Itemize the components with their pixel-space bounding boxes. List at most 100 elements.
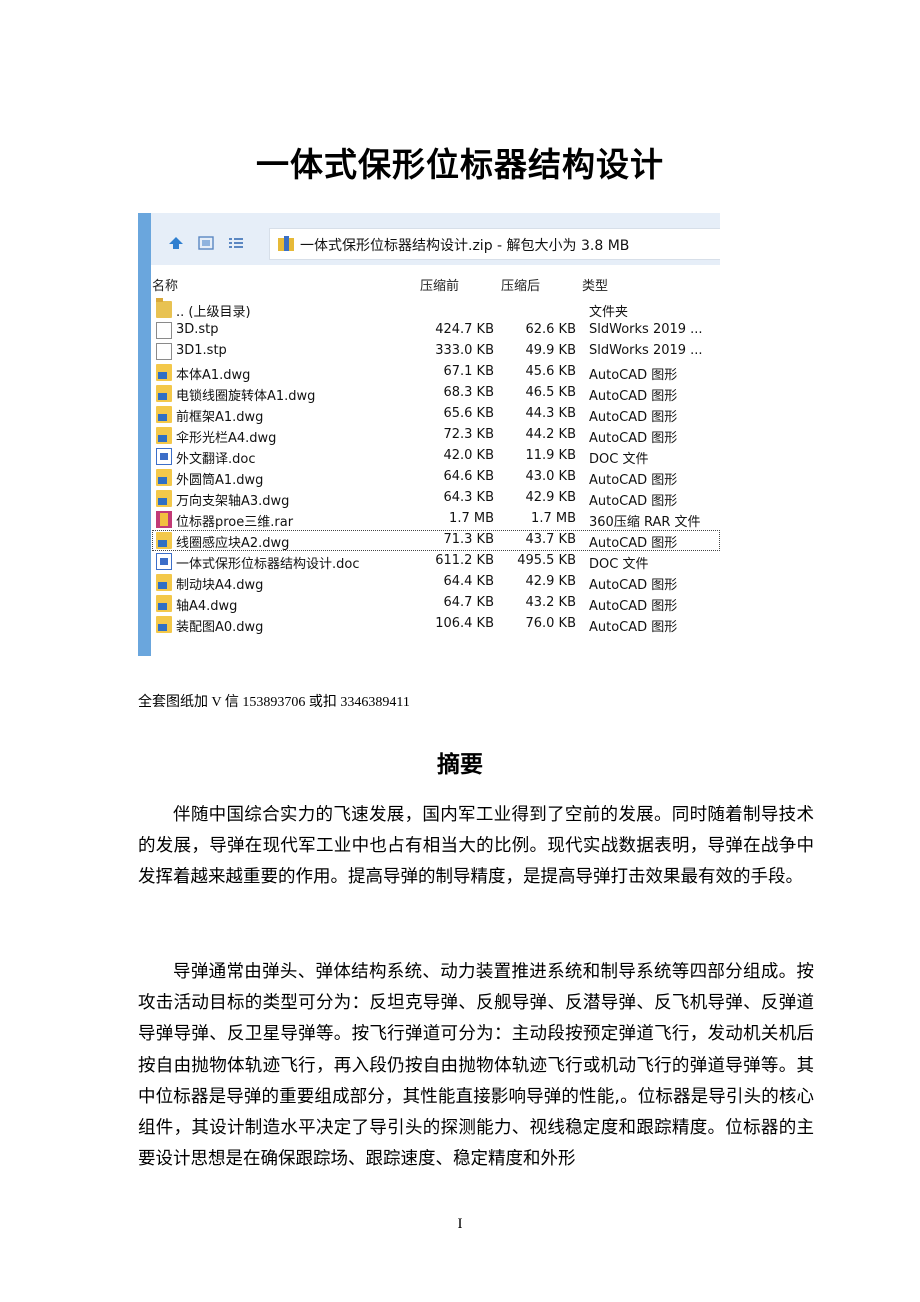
file-size-before: 67.1 KB [443,364,494,379]
file-name: 线圈感应块A2.dwg [176,536,290,551]
file-name: 本体A1.dwg [176,368,251,383]
file-size-after: 1.7 MB [531,511,576,526]
file-size-after: 42.9 KB [525,490,576,505]
document-title: 一体式保形位标器结构设计 [256,145,664,184]
file-size-after: 76.0 KB [525,616,576,631]
dwg-icon [156,427,172,444]
file-type: AutoCAD 图形 [589,368,678,383]
file-size-before: 106.4 KB [435,616,494,631]
file-name: .. (上级目录) [176,305,251,320]
dwg-icon [156,532,172,549]
file-size-before: 64.7 KB [443,595,494,610]
file-name: 制动块A4.dwg [176,578,264,593]
column-after-header[interactable]: 压缩后 [501,275,540,294]
file-row[interactable]: 一体式保形位标器结构设计.doc 611.2 KB 495.5 KB DOC 文件 [152,551,720,572]
dwg-icon [156,490,172,507]
dwg-icon [156,406,172,423]
file-name: 伞形光栏A4.dwg [176,431,277,446]
view-detail-icon[interactable] [198,236,214,250]
file-type: AutoCAD 图形 [589,431,678,446]
file-size-before: 611.2 KB [435,553,494,568]
dwg-icon [156,385,172,402]
file-size-after: 43.7 KB [525,532,576,547]
file-row[interactable]: 电锁线圈旋转体A1.dwg 68.3 KB 46.5 KB AutoCAD 图形 [152,383,720,404]
file-row[interactable]: 伞形光栏A4.dwg 72.3 KB 44.2 KB AutoCAD 图形 [152,425,720,446]
doc-icon [156,553,172,570]
file-row[interactable]: 外圆筒A1.dwg 64.6 KB 43.0 KB AutoCAD 图形 [152,467,720,488]
file-size-before: 68.3 KB [443,385,494,400]
window-left-strip [138,213,151,656]
file-size-after: 43.2 KB [525,595,576,610]
address-text: 一体式保形位标器结构设计.zip - 解包大小为 3.8 MB [300,238,630,254]
archive-icon [278,236,294,251]
file-size-after: 495.5 KB [517,553,576,568]
column-name-header[interactable]: 名称 [152,275,178,294]
file-size-after: 44.2 KB [525,427,576,442]
file-size-after: 43.0 KB [525,469,576,484]
file-row[interactable]: .. (上级目录) 文件夹 [152,298,720,320]
abstract-paragraph-1: 伴随中国综合实力的飞速发展，国内军工业得到了空前的发展。同时随着制导技术的发展，… [138,805,814,888]
file-size-before: 64.6 KB [443,469,494,484]
file-row[interactable]: 万向支架轴A3.dwg 64.3 KB 42.9 KB AutoCAD 图形 [152,488,720,509]
file-size-after: 62.6 KB [525,322,576,337]
doc-icon [156,448,172,465]
file-name: 3D.stp [176,322,219,337]
file-row[interactable]: 3D1.stp 333.0 KB 49.9 KB SldWorks 2019 ... [152,341,720,362]
file-name: 位标器proe三维.rar [176,515,294,530]
folder-icon [156,298,172,318]
dwg-icon [156,469,172,486]
file-icon [156,343,172,360]
archive-window-screenshot: 一体式保形位标器结构设计.zip - 解包大小为 3.8 MB 名称 压缩前 压… [138,213,720,656]
file-row[interactable]: 制动块A4.dwg 64.4 KB 42.9 KB AutoCAD 图形 [152,572,720,593]
file-size-before: 42.0 KB [443,448,494,463]
dwg-icon [156,364,172,381]
file-size-after: 45.6 KB [525,364,576,379]
abstract-title: 摘要 [437,752,483,778]
file-size-before: 333.0 KB [435,343,494,358]
file-row[interactable]: 外文翻译.doc 42.0 KB 11.9 KB DOC 文件 [152,446,720,467]
file-type: DOC 文件 [589,452,649,467]
file-size-before: 72.3 KB [443,427,494,442]
file-type: 文件夹 [589,305,629,320]
up-arrow-icon[interactable] [168,236,184,250]
file-type: SldWorks 2019 ... [589,343,703,358]
rar-icon [156,511,172,528]
view-list-icon[interactable] [228,236,244,250]
file-type: AutoCAD 图形 [589,473,678,488]
file-row[interactable]: 装配图A0.dwg 106.4 KB 76.0 KB AutoCAD 图形 [152,614,720,635]
file-name: 装配图A0.dwg [176,620,264,635]
file-type: DOC 文件 [589,557,649,572]
file-name: 轴A4.dwg [176,599,238,614]
dwg-icon [156,595,172,612]
file-type: AutoCAD 图形 [589,620,678,635]
file-type: SldWorks 2019 ... [589,322,703,337]
file-row[interactable]: 3D.stp 424.7 KB 62.6 KB SldWorks 2019 ... [152,320,720,341]
column-before-header[interactable]: 压缩前 [420,275,459,294]
file-size-before: 65.6 KB [443,406,494,421]
file-name: 万向支架轴A3.dwg [176,494,290,509]
address-bar[interactable]: 一体式保形位标器结构设计.zip - 解包大小为 3.8 MB [269,228,720,260]
file-type: AutoCAD 图形 [589,410,678,425]
file-name: 前框架A1.dwg [176,410,264,425]
file-type: AutoCAD 图形 [589,536,678,551]
file-type: AutoCAD 图形 [589,578,678,593]
file-row[interactable]: 轴A4.dwg 64.7 KB 43.2 KB AutoCAD 图形 [152,593,720,614]
file-size-after: 44.3 KB [525,406,576,421]
file-row[interactable]: 本体A1.dwg 67.1 KB 45.6 KB AutoCAD 图形 [152,362,720,383]
toolbar: 一体式保形位标器结构设计.zip - 解包大小为 3.8 MB [151,213,720,265]
column-type-header[interactable]: 类型 [582,275,608,294]
file-size-before: 1.7 MB [449,511,494,526]
file-type: AutoCAD 图形 [589,599,678,614]
abstract-paragraph-2: 导弹通常由弹头、弹体结构系统、动力装置推进系统和制导系统等四部分组成。按攻击活动… [138,962,814,1170]
file-row[interactable]: 前框架A1.dwg 65.6 KB 44.3 KB AutoCAD 图形 [152,404,720,425]
dwg-icon [156,574,172,591]
file-name: 外圆筒A1.dwg [176,473,264,488]
file-type: 360压缩 RAR 文件 [589,515,701,530]
file-size-after: 46.5 KB [525,385,576,400]
file-row[interactable]: 线圈感应块A2.dwg 71.3 KB 43.7 KB AutoCAD 图形 [152,530,720,551]
file-type: AutoCAD 图形 [589,389,678,404]
file-size-before: 424.7 KB [435,322,494,337]
file-row[interactable]: 位标器proe三维.rar 1.7 MB 1.7 MB 360压缩 RAR 文件 [152,509,720,530]
file-name: 电锁线圈旋转体A1.dwg [176,389,316,404]
file-size-after: 42.9 KB [525,574,576,589]
